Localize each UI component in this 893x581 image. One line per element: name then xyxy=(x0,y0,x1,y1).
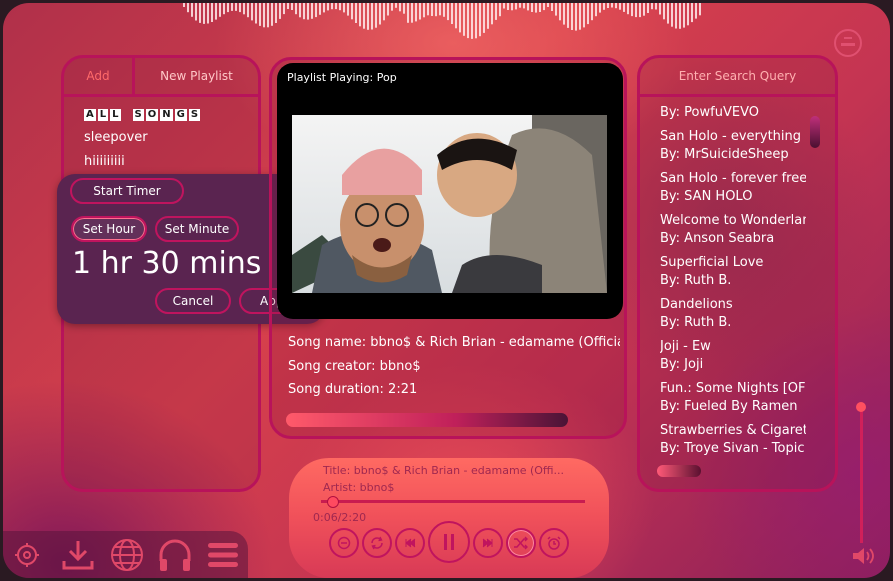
set-minute-button[interactable]: Set Minute xyxy=(155,216,239,242)
repeat-icon[interactable] xyxy=(362,528,392,558)
player-time: 0:06/2:20 xyxy=(313,511,367,524)
song-artist: By: MrSuicideSheep xyxy=(660,147,789,162)
menu-icon[interactable] xyxy=(207,541,239,569)
song-title: Superficial Love xyxy=(660,255,764,270)
mini-player: Title: bbno$ & Rich Brian - edamame (Off… xyxy=(289,458,609,578)
cancel-button[interactable]: Cancel xyxy=(155,288,231,314)
download-icon[interactable] xyxy=(61,539,95,571)
song-artist: By: Joji xyxy=(660,357,704,372)
next-icon[interactable] xyxy=(473,528,503,558)
song-artist: By: Troye Sivan - Topic xyxy=(660,441,805,456)
song-list: By: PowfuVEVO San Holo - everything m By: … xyxy=(660,104,806,464)
previous-icon[interactable] xyxy=(395,528,425,558)
volume-thumb[interactable] xyxy=(856,402,866,412)
song-creator: Song creator: bbno$ xyxy=(288,358,421,374)
rewind-icon[interactable] xyxy=(329,528,359,558)
song-info-scrollbar[interactable] xyxy=(286,413,568,427)
player-title: Title: bbno$ & Rich Brian - edamame (Off… xyxy=(323,464,565,477)
all-songs-letter: L xyxy=(110,109,121,121)
timer-value: 1 hr 30 mins xyxy=(72,246,262,281)
video-thumbnail xyxy=(292,115,607,293)
song-title: Dandelions xyxy=(660,297,733,312)
search-input[interactable]: Enter Search Query xyxy=(640,58,835,97)
all-songs-letter: O xyxy=(145,109,159,121)
song-name: Song name: bbno$ & Rich Brian - edamame … xyxy=(288,335,620,350)
volume-icon[interactable] xyxy=(851,546,875,566)
song-title: San Holo - forever free xyxy=(660,171,806,186)
shuffle-icon[interactable] xyxy=(506,528,536,558)
playlist-all-songs[interactable]: ALL SONGS xyxy=(84,102,202,126)
song-list-item[interactable]: Fun.: Some Nights [OFF By: Fueled By Rame… xyxy=(660,380,806,422)
all-songs-letter: S xyxy=(188,109,201,121)
song-artist: By: PowfuVEVO xyxy=(660,105,759,120)
bottom-toolbar xyxy=(3,531,248,578)
tab-add[interactable]: Add xyxy=(64,58,135,94)
song-list-hscrollbar[interactable] xyxy=(657,465,701,477)
song-artist: By: SAN HOLO xyxy=(660,189,753,204)
song-duration: Song duration: 2:21 xyxy=(288,382,418,397)
volume-slider[interactable] xyxy=(860,408,863,543)
globe-icon[interactable] xyxy=(110,538,144,572)
set-hour-button[interactable]: Set Hour xyxy=(71,216,147,242)
song-title: Strawberries & Cigaret xyxy=(660,423,806,438)
song-list-item[interactable]: By: PowfuVEVO xyxy=(660,104,806,128)
song-info: Song name: bbno$ & Rich Brian - edamame … xyxy=(288,331,620,402)
alarm-icon[interactable] xyxy=(539,528,569,558)
playlist-playing-label: Playlist Playing: Pop xyxy=(287,71,397,84)
song-list-item[interactable]: Superficial Love By: Ruth B. xyxy=(660,254,806,296)
settings-icon[interactable] xyxy=(14,542,40,568)
song-title: Fun.: Some Nights [OFF xyxy=(660,381,806,396)
song-title: San Holo - everything m xyxy=(660,129,806,144)
song-artist: By: Ruth B. xyxy=(660,315,732,330)
playlist-item[interactable]: sleepover xyxy=(84,126,202,150)
song-list-item[interactable]: Joji - Ew By: Joji xyxy=(660,338,806,380)
song-list-item[interactable]: San Holo - everything m By: MrSuicideShee… xyxy=(660,128,806,170)
player-artist: Artist: bbno$ xyxy=(323,481,395,494)
song-artist: By: Anson Seabra xyxy=(660,231,775,246)
app-window: Add New Playlist ALL SONGS sleepover hii… xyxy=(3,3,890,578)
song-title: Welcome to Wonderlan xyxy=(660,213,806,228)
song-list-item[interactable]: San Holo - forever free By: SAN HOLO xyxy=(660,170,806,212)
song-list-item[interactable]: Strawberries & Cigaret By: Troye Sivan - … xyxy=(660,422,806,464)
song-title: Joji - Ew xyxy=(660,339,711,354)
all-songs-letter: A xyxy=(84,109,96,121)
start-timer-button[interactable]: Start Timer xyxy=(70,178,184,204)
video-player[interactable]: Playlist Playing: Pop xyxy=(277,63,623,319)
seek-thumb[interactable] xyxy=(327,496,340,508)
seek-bar[interactable] xyxy=(321,500,585,503)
tab-new-playlist[interactable]: New Playlist xyxy=(135,58,258,94)
all-songs-letter: L xyxy=(97,109,109,121)
song-artist: By: Fueled By Ramen xyxy=(660,399,798,414)
all-songs-letter: N xyxy=(160,109,173,121)
minimize-icon[interactable] xyxy=(834,29,862,57)
song-list-item[interactable]: Welcome to Wonderlan By: Anson Seabra xyxy=(660,212,806,254)
playlist-item[interactable]: hiiiiiiiii xyxy=(84,150,202,174)
audio-visualizer xyxy=(183,3,701,39)
headphones-icon[interactable] xyxy=(157,537,193,573)
song-list-panel: Enter Search Query By: PowfuVEVO San Holo… xyxy=(637,55,838,492)
song-list-item[interactable]: Dandelions By: Ruth B. xyxy=(660,296,806,338)
all-songs-letter: G xyxy=(174,109,187,121)
song-list-scrollbar[interactable] xyxy=(810,116,820,148)
pause-icon[interactable] xyxy=(428,521,470,563)
all-songs-letter: S xyxy=(132,109,144,121)
song-artist: By: Ruth B. xyxy=(660,273,732,288)
